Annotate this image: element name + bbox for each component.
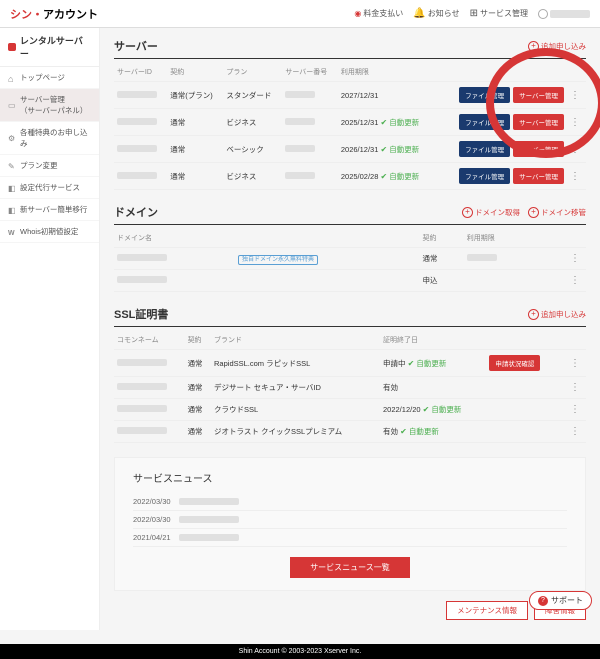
- news-row[interactable]: 2021/04/21: [133, 529, 567, 547]
- sidebar-item-special[interactable]: 各種特典のお申し込み: [0, 122, 99, 155]
- domain-section: ドメイン ドメイン取得 ドメイン移管 ドメイン名 契約 利用期限 独自ドメイン永…: [114, 204, 586, 292]
- row-menu[interactable]: ⋮: [567, 382, 583, 393]
- row-menu[interactable]: ⋮: [567, 253, 583, 264]
- user-menu[interactable]: [538, 9, 590, 19]
- server-title: サーバー: [114, 38, 158, 54]
- file-button[interactable]: ファイル管理: [459, 87, 510, 103]
- table-row: 独自ドメイン永久無料特典通常⋮: [114, 248, 586, 270]
- maint-link[interactable]: メンテナンス情報: [446, 601, 528, 620]
- table-row: 通常クラウドSSL2022/12/20 ✔ 自動更新⋮: [114, 399, 586, 421]
- row-menu[interactable]: ⋮: [567, 90, 583, 101]
- row-menu[interactable]: ⋮: [567, 171, 583, 182]
- sidebar-item-proxy[interactable]: 設定代行サービス: [0, 177, 99, 199]
- grid-icon: ⊞: [470, 8, 478, 19]
- sidebar-item-server[interactable]: サーバー管理 （サーバーパネル）: [0, 89, 99, 122]
- sidebar-item-top[interactable]: トップページ: [0, 67, 99, 89]
- service-link[interactable]: ⊞サービス管理: [470, 8, 528, 19]
- support-button[interactable]: ?サポート: [529, 591, 592, 610]
- main: サーバー 追加申し込み サーバーID 契約 プラン サーバー番号 利用期限 通常…: [100, 28, 600, 630]
- news-row[interactable]: 2022/03/30: [133, 511, 567, 529]
- sidebar-item-migrate[interactable]: 新サーバー簡単移行: [0, 199, 99, 221]
- panel-button[interactable]: サーバー管理: [513, 168, 564, 184]
- server-add[interactable]: 追加申し込み: [528, 41, 586, 52]
- news-section: サービスニュース 2022/03/302022/03/302021/04/21 …: [114, 457, 586, 591]
- ssl-title: SSL証明書: [114, 306, 168, 322]
- news-all-button[interactable]: サービスニュース一覧: [290, 557, 410, 578]
- table-row: 通常RapidSSL.com ラピッドSSL申請中 ✔ 自動更新申請状況確認⋮: [114, 350, 586, 377]
- ssl-table: コモンネーム 契約 ブランド 証明終了日 通常RapidSSL.com ラピッド…: [114, 331, 586, 443]
- news-row[interactable]: 2022/03/30: [133, 493, 567, 511]
- row-menu[interactable]: ⋮: [567, 275, 583, 286]
- panel-button[interactable]: サーバー管理: [513, 141, 564, 157]
- domain-get[interactable]: ドメイン取得: [462, 207, 520, 218]
- header: シン・アカウント ◉料金支払い 🔔お知らせ ⊞サービス管理: [0, 0, 600, 28]
- doc-icon: [8, 184, 16, 192]
- row-menu[interactable]: ⋮: [567, 426, 583, 437]
- row-menu[interactable]: ⋮: [567, 144, 583, 155]
- ssl-add[interactable]: 追加申し込み: [528, 309, 586, 320]
- footer: Shin Account © 2003-2023 Xserver Inc.: [0, 644, 600, 659]
- bell-icon: 🔔: [413, 8, 425, 19]
- table-row: 通常(プラン)スタンダード2027/12/31 ファイル管理サーバー管理⋮: [114, 82, 586, 109]
- table-row: 通常ジオトラスト クイックSSLプレミアム有効 ✔ 自動更新⋮: [114, 421, 586, 443]
- sidebar-item-plan[interactable]: プラン変更: [0, 155, 99, 177]
- file-button[interactable]: ファイル管理: [459, 141, 510, 157]
- plus-icon: [528, 41, 539, 52]
- plus-icon: [462, 207, 473, 218]
- whois-icon: [8, 228, 16, 236]
- domain-table: ドメイン名 契約 利用期限 独自ドメイン永久無料特典通常⋮ 申込⋮: [114, 229, 586, 292]
- gear-icon: [8, 134, 16, 142]
- support-icon: ?: [538, 596, 548, 606]
- migrate-icon: [8, 206, 16, 214]
- sidebar-title: レンタルサーバー: [0, 28, 99, 67]
- row-menu[interactable]: ⋮: [567, 404, 583, 415]
- sidebar: レンタルサーバー トップページ サーバー管理 （サーバーパネル） 各種特典のお申…: [0, 28, 100, 630]
- table-row: 通常ベーシック2026/12/31 ✔ 自動更新ファイル管理サーバー管理⋮: [114, 136, 586, 163]
- server-section: サーバー 追加申し込み サーバーID 契約 プラン サーバー番号 利用期限 通常…: [114, 38, 586, 190]
- home-icon: [8, 74, 16, 82]
- file-button[interactable]: ファイル管理: [459, 168, 510, 184]
- file-button[interactable]: ファイル管理: [459, 114, 510, 130]
- plus-icon: [528, 207, 539, 218]
- server-icon: [8, 101, 16, 109]
- news-title: サービスニュース: [133, 470, 567, 485]
- sidebar-item-whois[interactable]: Whois初期値設定: [0, 221, 99, 243]
- table-row: 申込⋮: [114, 270, 586, 292]
- notice-link[interactable]: 🔔お知らせ: [413, 8, 459, 19]
- panel-button[interactable]: サーバー管理: [513, 87, 564, 103]
- domain-title: ドメイン: [114, 204, 158, 220]
- ssl-section: SSL証明書 追加申し込み コモンネーム 契約 ブランド 証明終了日 通常Rap…: [114, 306, 586, 443]
- apply-status-button[interactable]: 申請状況確認: [489, 355, 540, 371]
- table-row: 通常ビジネス2025/02/28 ✔ 自動更新ファイル管理サーバー管理⋮: [114, 163, 586, 190]
- table-row: 通常ビジネス2025/12/31 ✔ 自動更新ファイル管理サーバー管理⋮: [114, 109, 586, 136]
- table-row: 通常デジサート セキュア・サーバID有効 ⋮: [114, 377, 586, 399]
- plus-icon: [528, 309, 539, 320]
- server-table: サーバーID 契約 プラン サーバー番号 利用期限 通常(プラン)スタンダード2…: [114, 63, 586, 190]
- fee-link[interactable]: ◉料金支払い: [354, 8, 403, 19]
- row-menu[interactable]: ⋮: [567, 117, 583, 128]
- pen-icon: [8, 162, 16, 170]
- domain-move[interactable]: ドメイン移管: [528, 207, 586, 218]
- logo: シン・アカウント: [10, 6, 98, 22]
- user-icon: [538, 9, 548, 19]
- panel-button[interactable]: サーバー管理: [513, 114, 564, 130]
- row-menu[interactable]: ⋮: [567, 358, 583, 369]
